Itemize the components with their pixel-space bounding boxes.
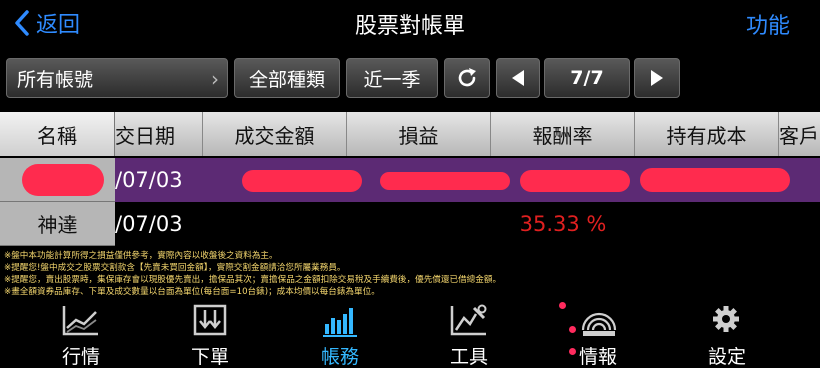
tab-label: 下單 xyxy=(190,346,229,368)
tools-icon xyxy=(450,304,487,336)
note-line: ※提醒您!盤中成交之股票交割款含【先賣未買回金額】，實際交割金額請洽您所屬業務員… xyxy=(4,263,346,273)
next-page-button[interactable] xyxy=(634,58,680,98)
redaction-mark xyxy=(640,168,790,192)
column-header-pnl[interactable]: 損益 xyxy=(347,112,491,156)
trade-date-cell: /07/03 xyxy=(115,168,183,192)
tab-label: 帳務 xyxy=(320,346,359,368)
column-header-amount[interactable]: 成交金額 xyxy=(203,112,347,156)
note-line: ※畫全額資券品庫存、下單及成交數量以台面為單位(每台面=10台錶)；成本均價以每… xyxy=(4,287,380,297)
account-select[interactable]: 所有帳號 › xyxy=(6,58,228,98)
roi-cell: 35.33 % xyxy=(519,212,607,236)
period-select[interactable]: 近一季 xyxy=(346,58,438,98)
note-line: ※提醒您，賣出股票時，集保庫存會以現股優先賣出，擔保品其次；賣擔保品之金額扣除交… xyxy=(4,275,502,285)
note-line: ※盤中本功能計算所得之損益僅供參考，實際內容以收盤後之資料為主。 xyxy=(4,251,278,261)
nav-bar: 返回 股票對帳單 功能 xyxy=(0,0,820,48)
news-radar-icon xyxy=(581,312,617,336)
tab-order[interactable]: 下單 xyxy=(165,298,255,368)
chart-line-icon xyxy=(62,306,98,336)
table-header: 名稱 交日期 成交金額 損益 報酬率 持有成本 客戶 xyxy=(0,112,820,156)
filter-bar: 所有帳號 › 全部種類 近一季 7/7 xyxy=(0,50,820,108)
tab-quotes[interactable]: 行情 xyxy=(36,298,126,368)
tab-label: 行情 xyxy=(61,346,100,368)
tab-label: 設定 xyxy=(707,346,746,368)
table-row[interactable]: 神達 /07/03 35.33 % xyxy=(0,202,820,246)
tab-news[interactable]: 情報 xyxy=(553,298,643,368)
tab-tools[interactable]: 工具 xyxy=(424,298,514,368)
tab-label: 情報 xyxy=(578,346,617,368)
disclaimer-notes: ※盤中本功能計算所得之損益僅供參考，實際內容以收盤後之資料為主。 ※提醒您!盤中… xyxy=(4,250,816,298)
notification-dot xyxy=(569,326,576,333)
column-header-date[interactable]: 交日期 xyxy=(115,112,203,156)
trade-date-cell: /07/03 xyxy=(115,212,183,236)
table-row[interactable]: /07/03 xyxy=(0,158,820,202)
column-header-customer[interactable]: 客戶 xyxy=(779,112,820,156)
gear-icon xyxy=(713,306,739,332)
roi-cell xyxy=(491,158,635,202)
tab-bar: 行情 下單 帳務 工具 情報 設定 xyxy=(0,298,820,368)
triangle-left-icon xyxy=(512,70,524,86)
type-select[interactable]: 全部種類 xyxy=(234,58,340,98)
triangle-right-icon xyxy=(651,70,663,86)
tab-account[interactable]: 帳務 xyxy=(295,298,385,368)
column-header-cost[interactable]: 持有成本 xyxy=(635,112,779,156)
page-indicator: 7/7 xyxy=(544,58,630,98)
tab-label: 工具 xyxy=(449,346,488,368)
function-button[interactable]: 功能 xyxy=(746,8,790,40)
account-select-label: 所有帳號 xyxy=(17,68,94,91)
stock-name-cell: 神達 xyxy=(0,202,115,246)
column-header-roi[interactable]: 報酬率 xyxy=(491,112,635,156)
account-bars-icon xyxy=(323,308,357,337)
tab-settings[interactable]: 設定 xyxy=(682,298,772,368)
redaction-mark xyxy=(242,170,362,192)
refresh-button[interactable] xyxy=(444,58,490,98)
chevron-right-icon: › xyxy=(211,67,219,91)
column-header-name[interactable]: 名稱 xyxy=(0,112,115,156)
order-icon xyxy=(193,304,227,336)
prev-page-button[interactable] xyxy=(496,58,540,98)
notification-dot xyxy=(559,302,566,309)
redaction-mark xyxy=(22,164,104,196)
refresh-icon xyxy=(458,68,476,87)
page-title: 股票對帳單 xyxy=(354,14,465,39)
